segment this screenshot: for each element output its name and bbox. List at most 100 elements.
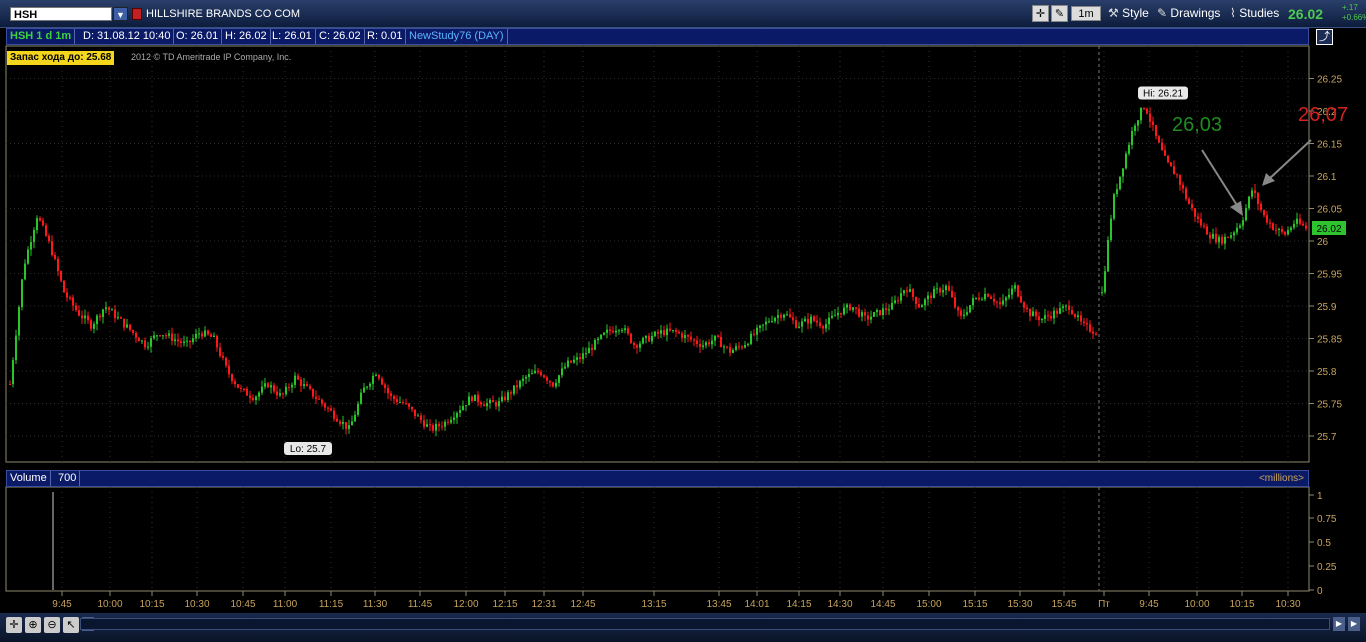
candle-body (648, 335, 650, 342)
candle-body (1230, 235, 1232, 238)
candle-body (1026, 307, 1028, 310)
candle-body (1176, 174, 1178, 176)
candle-body (942, 290, 944, 293)
candle-body (774, 317, 776, 322)
candle-body (795, 320, 797, 328)
zoom-in-icon[interactable]: ⊕ (25, 617, 41, 633)
candle-body (1182, 184, 1184, 189)
candle-body (357, 403, 359, 415)
candle-body (216, 335, 218, 348)
arrow-red (1267, 139, 1312, 181)
candle-body (234, 381, 236, 385)
candle-body (342, 422, 344, 424)
candle-body (1173, 166, 1175, 175)
candle-body (906, 290, 908, 292)
candle-body (1032, 311, 1034, 317)
candle-body (870, 316, 872, 320)
candle-body (579, 357, 581, 360)
zoom-out-icon[interactable]: ⊖ (44, 617, 60, 633)
candle-body (1137, 120, 1139, 126)
candle-body (708, 342, 710, 345)
candle-body (1212, 233, 1214, 239)
candle-body (897, 300, 899, 302)
candle-body (66, 292, 68, 298)
pan-icon[interactable]: ✛ (6, 617, 22, 633)
candle-body (501, 396, 503, 402)
candle-body (948, 285, 950, 291)
candle-body (1020, 296, 1022, 303)
price-chart[interactable]: 25.7 25.75 25.8 25.85 25.9 25.95 26 26.05 26.1 26… (0, 0, 1366, 642)
candle-body (126, 324, 128, 328)
candle-body (1119, 176, 1121, 190)
candle-body (102, 309, 104, 318)
candle-body (96, 315, 98, 325)
candle-body (252, 397, 254, 401)
candle-body (1236, 227, 1238, 233)
candle-body (1209, 234, 1211, 239)
candle-body (606, 329, 608, 333)
candle-body (336, 418, 338, 422)
scroll-right-icon[interactable]: ▶ (1333, 617, 1345, 631)
scroll-end-icon[interactable]: ▶ (1348, 617, 1360, 631)
pointer-icon[interactable]: ↖ (63, 617, 79, 633)
candle-body (966, 312, 968, 315)
candle-body (1038, 316, 1040, 321)
candle-body (1224, 236, 1226, 244)
candle-body (969, 305, 971, 313)
x-tick-label: 10:15 (139, 599, 164, 610)
candle-body (195, 333, 197, 339)
candle-body (1287, 230, 1289, 235)
time-scrollbar[interactable] (80, 618, 1330, 630)
candle-body (783, 314, 785, 318)
candle-body (504, 396, 506, 400)
candle-body (516, 385, 518, 388)
x-tick-label: 9:45 (1139, 599, 1159, 610)
candle-body (444, 421, 446, 427)
x-tick-label: Пт (1098, 599, 1110, 610)
x-tick-label: 10:30 (1275, 599, 1300, 610)
candle-body (93, 324, 95, 329)
candle-body (1041, 318, 1043, 321)
candle-body (201, 333, 203, 337)
candle-body (675, 330, 677, 332)
candle-body (1188, 198, 1190, 205)
candle-body (345, 422, 347, 429)
candle-body (339, 421, 341, 424)
candle-body (1101, 292, 1103, 294)
candle-body (711, 340, 713, 345)
candle-body (1074, 314, 1076, 318)
candle-body (858, 308, 860, 317)
candle-body (1053, 310, 1055, 319)
candle-body (759, 325, 761, 328)
candle-body (36, 217, 38, 231)
y-tick-label: 25.75 (1317, 400, 1342, 411)
candle-body (726, 346, 728, 348)
candle-body (486, 403, 488, 407)
x-tick-label: 11:30 (363, 599, 388, 610)
y-tick-label: 25.95 (1317, 270, 1342, 281)
candle-body (138, 337, 140, 342)
candle-body (807, 318, 809, 324)
volume-y-tick-label: 1 (1317, 491, 1323, 502)
candle-body (900, 293, 902, 301)
candle-body (618, 330, 620, 332)
candle-body (876, 309, 878, 313)
candle-body (348, 425, 350, 429)
candle-body (996, 301, 998, 303)
candle-body (663, 330, 665, 336)
low-label: Lo: 25.7 (290, 444, 327, 455)
candle-body (789, 314, 791, 318)
candle-body (264, 383, 266, 387)
candle-body (600, 334, 602, 339)
candle-body (507, 392, 509, 400)
x-tick-label: 12:00 (453, 599, 478, 610)
candle-body (39, 217, 41, 221)
candle-body (219, 347, 221, 356)
candle-body (561, 368, 563, 376)
candle-body (1068, 305, 1070, 310)
x-tick-label: 12:45 (570, 599, 595, 610)
candle-body (1242, 220, 1244, 226)
candle-body (21, 279, 23, 308)
candle-body (699, 344, 701, 348)
candle-body (210, 334, 212, 338)
